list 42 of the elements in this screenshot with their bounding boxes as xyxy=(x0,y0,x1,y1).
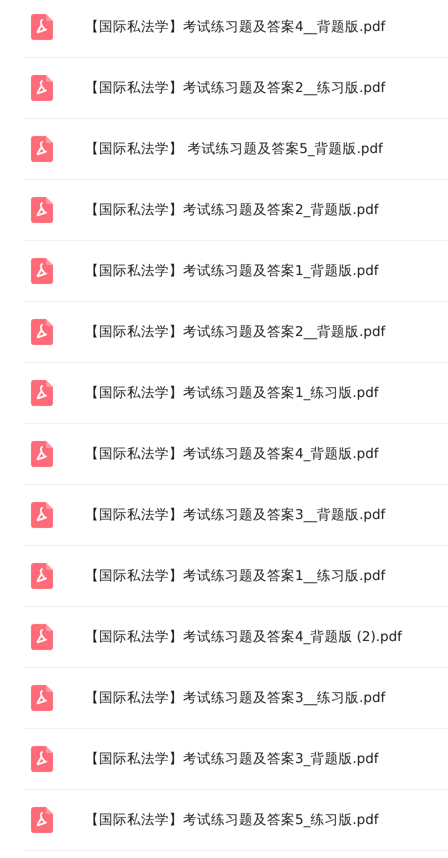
file-name: 【国际私法学】考试练习题及答案1__练习版.pdf xyxy=(85,567,386,585)
pdf-file-icon xyxy=(31,75,53,101)
file-name: 【国际私法学】考试练习题及答案4__背题版.pdf xyxy=(85,18,386,36)
file-name: 【国际私法学】考试练习题及答案3_背题版.pdf xyxy=(85,750,379,768)
pdf-file-icon xyxy=(31,441,53,467)
file-row[interactable]: 【国际私法学】考试练习题及答案2__背题版.pdf xyxy=(23,302,448,363)
file-row[interactable]: 【国际私法学】考试练习题及答案1__练习版.pdf xyxy=(23,546,448,607)
pdf-file-icon xyxy=(31,624,53,650)
pdf-file-icon xyxy=(31,258,53,284)
file-row[interactable]: 【国际私法学】 考试练习题及答案5_背题版.pdf xyxy=(23,119,448,180)
pdf-file-icon xyxy=(31,807,53,833)
pdf-file-icon xyxy=(31,136,53,162)
file-row[interactable]: 【国际私法学】考试练习题及答案1_背题版.pdf xyxy=(23,241,448,302)
file-name: 【国际私法学】考试练习题及答案5_练习版.pdf xyxy=(85,811,379,829)
file-name: 【国际私法学】考试练习题及答案2_背题版.pdf xyxy=(85,201,379,219)
file-row[interactable]: 【国际私法学】考试练习题及答案1_练习版.pdf xyxy=(23,363,448,424)
file-row[interactable]: 【国际私法学】考试练习题及答案3__背题版.pdf xyxy=(23,485,448,546)
file-row[interactable]: 【国际私法学】考试练习题及答案2_背题版.pdf xyxy=(23,180,448,241)
file-name: 【国际私法学】考试练习题及答案3__背题版.pdf xyxy=(85,506,386,524)
file-row[interactable]: 【国际私法学】考试练习题及答案4_背题版.pdf xyxy=(23,424,448,485)
file-name: 【国际私法学】考试练习题及答案4_背题版.pdf xyxy=(85,445,379,463)
pdf-file-icon xyxy=(31,685,53,711)
file-name: 【国际私法学】考试练习题及答案1_背题版.pdf xyxy=(85,262,379,280)
file-row[interactable]: 【国际私法学】考试练习题及答案3_背题版.pdf xyxy=(23,729,448,790)
pdf-file-icon xyxy=(31,380,53,406)
file-row[interactable]: 【国际私法学】考试练习题及答案4__背题版.pdf xyxy=(23,0,448,58)
file-row[interactable]: 【国际私法学】考试练习题及答案5_练习版.pdf xyxy=(23,790,448,851)
pdf-file-icon xyxy=(31,197,53,223)
pdf-file-icon xyxy=(31,502,53,528)
file-name: 【国际私法学】考试练习题及答案2__练习版.pdf xyxy=(85,79,386,97)
file-name: 【国际私法学】考试练习题及答案1_练习版.pdf xyxy=(85,384,379,402)
file-row[interactable]: 【国际私法学】考试练习题及答案4_背题版 (2).pdf xyxy=(23,607,448,668)
file-name: 【国际私法学】考试练习题及答案2__背题版.pdf xyxy=(85,323,386,341)
file-row[interactable]: 【国际私法学】考试练习题及答案2__练习版.pdf xyxy=(23,58,448,119)
pdf-file-icon xyxy=(31,14,53,40)
file-name: 【国际私法学】考试练习题及答案4_背题版 (2).pdf xyxy=(85,628,402,646)
pdf-file-icon xyxy=(31,746,53,772)
file-name: 【国际私法学】考试练习题及答案3__练习版.pdf xyxy=(85,689,386,707)
pdf-file-icon xyxy=(31,563,53,589)
file-name: 【国际私法学】 考试练习题及答案5_背题版.pdf xyxy=(85,140,383,158)
pdf-file-icon xyxy=(31,319,53,345)
file-row[interactable]: 【国际私法学】考试练习题及答案3__练习版.pdf xyxy=(23,668,448,729)
